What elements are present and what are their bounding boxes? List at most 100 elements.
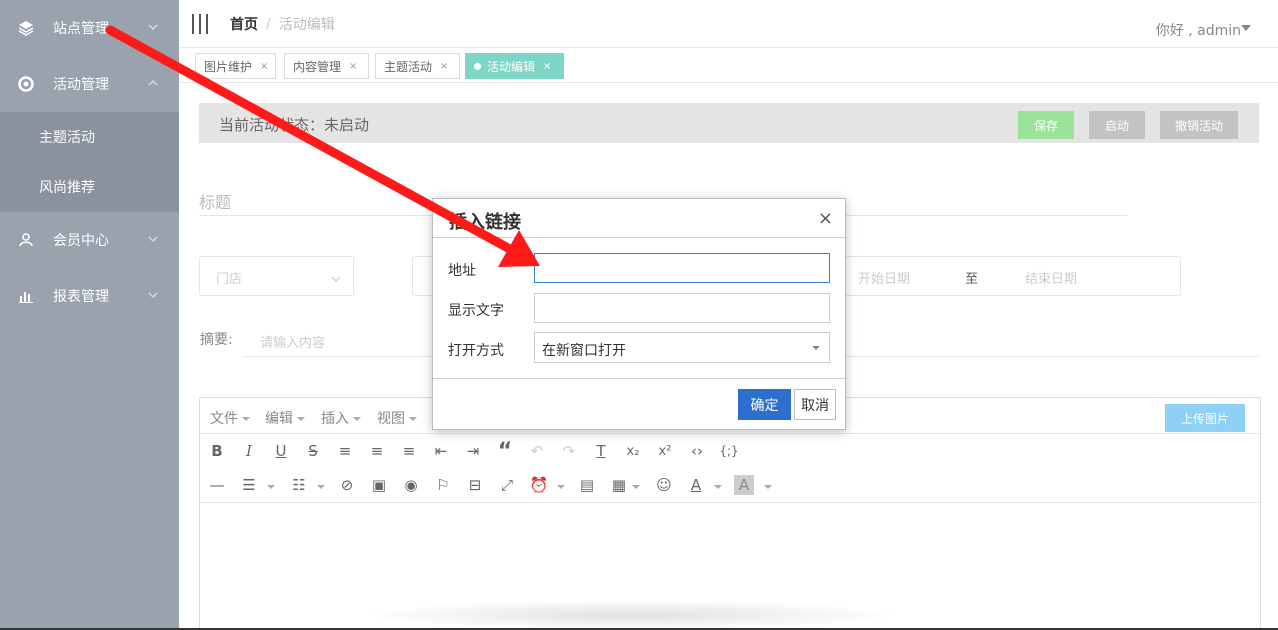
align-left-icon[interactable]: ≡: [335, 441, 355, 461]
menu-view[interactable]: 视图: [377, 408, 417, 428]
undo-icon[interactable]: ↶: [527, 441, 547, 461]
redo-icon[interactable]: ↷: [559, 441, 579, 461]
user-menu[interactable]: 你好 , admin: [1156, 20, 1241, 40]
superscript-icon[interactable]: x²: [655, 441, 675, 461]
date-range-separator: 至: [965, 272, 979, 287]
sidebar-item-activity-management[interactable]: 活动管理: [0, 56, 179, 112]
chevron-down-icon: [331, 272, 341, 282]
caret-down-icon[interactable]: [1241, 25, 1251, 31]
close-icon[interactable]: ×: [818, 208, 833, 229]
caret-down-icon[interactable]: [317, 485, 325, 489]
caret-down-icon[interactable]: [632, 485, 640, 489]
caret-down-icon[interactable]: [557, 485, 565, 489]
sidebar-item-label: 站点管理: [53, 21, 109, 37]
ok-button[interactable]: 确定: [738, 389, 791, 420]
outdent-icon[interactable]: ⇤: [431, 441, 451, 461]
breadcrumb-separator: /: [266, 15, 271, 32]
chevron-down-icon: [147, 233, 159, 245]
title-field[interactable]: 标题: [199, 189, 231, 213]
breadcrumb-current: 活动编辑: [278, 16, 335, 33]
lifebuoy-icon: [18, 76, 34, 92]
sidebar-subitem-fashion-recommend[interactable]: 风尚推荐: [0, 162, 179, 212]
media-icon[interactable]: ▤: [577, 475, 597, 495]
bar-chart-icon: [18, 288, 34, 304]
url-label: 地址: [448, 263, 476, 279]
menu-insert[interactable]: 插入: [321, 408, 361, 428]
tab-image-maintenance[interactable]: 图片维护 ×: [195, 53, 276, 79]
background-color-icon[interactable]: A: [734, 475, 754, 495]
chevron-down-icon: [147, 289, 159, 301]
insert-link-dialog: 插入链接 × 地址 显示文字 打开方式 在新窗口打开 确定 取消: [432, 198, 846, 430]
breadcrumb: 首页 / 活动编辑: [230, 14, 335, 34]
bullet-list-icon[interactable]: ☰: [239, 475, 259, 495]
underline-icon[interactable]: U: [271, 441, 291, 461]
tab-bar: 图片维护 × 内容管理 × 主题活动 × 活动编辑 ×: [179, 48, 1278, 83]
menu-file[interactable]: 文件: [210, 408, 250, 428]
caret-down-icon[interactable]: [714, 485, 722, 489]
display-text-input[interactable]: [534, 293, 830, 323]
start-button[interactable]: 启动: [1089, 111, 1145, 139]
sidebar-item-site-management[interactable]: 站点管理: [0, 0, 179, 56]
fullscreen-icon[interactable]: ⤢: [497, 475, 517, 495]
sidebar-submenu: 主题活动 风尚推荐: [0, 112, 179, 212]
open-mode-select[interactable]: 在新窗口打开: [534, 332, 830, 363]
close-icon[interactable]: ×: [543, 61, 551, 72]
numbered-list-icon[interactable]: ☷: [289, 475, 309, 495]
tab-label: 图片维护: [204, 59, 253, 74]
align-center-icon[interactable]: ≡: [367, 441, 387, 461]
bold-icon[interactable]: B: [207, 441, 227, 461]
image-icon[interactable]: ▣: [369, 475, 389, 495]
table-icon[interactable]: ▦: [609, 475, 629, 495]
tab-content-management[interactable]: 内容管理 ×: [284, 53, 369, 79]
tab-label: 活动编辑: [487, 59, 536, 74]
dialog-title: 插入链接: [449, 212, 521, 233]
date-range-picker[interactable]: 开始日期 至 结束日期: [842, 256, 1181, 296]
text-color-icon[interactable]: A: [686, 475, 706, 495]
indent-icon[interactable]: ⇥: [463, 441, 483, 461]
link-icon[interactable]: ⊘: [337, 475, 357, 495]
close-icon[interactable]: ×: [260, 61, 268, 72]
sidebar-item-label: 活动管理: [53, 77, 109, 93]
blockquote-icon[interactable]: “: [495, 439, 515, 464]
sidebar-subitem-theme-activity[interactable]: 主题活动: [0, 112, 179, 162]
close-icon[interactable]: ×: [349, 61, 357, 72]
horizontal-rule-icon[interactable]: —: [207, 475, 227, 495]
strikethrough-icon[interactable]: S: [303, 441, 323, 461]
align-right-icon[interactable]: ≡: [399, 441, 419, 461]
emoticon-icon[interactable]: ☺: [654, 475, 674, 495]
menu-edit[interactable]: 编辑: [265, 408, 305, 428]
top-bar: 首页 / 活动编辑 你好 , admin: [179, 0, 1278, 48]
toolbar-divider: [200, 502, 1260, 503]
page-break-icon[interactable]: ⊟: [465, 475, 485, 495]
sidebar-item-report-management[interactable]: 报表管理: [0, 268, 179, 324]
breadcrumb-home[interactable]: 首页: [230, 14, 258, 34]
upload-image-button[interactable]: 上传图片: [1165, 404, 1245, 432]
summary-label: 摘要:: [200, 332, 233, 348]
drop-shadow: [360, 600, 900, 630]
preview-eye-icon[interactable]: ◉: [401, 475, 421, 495]
subscript-icon[interactable]: x₂: [623, 441, 643, 461]
url-input[interactable]: [534, 253, 830, 283]
close-icon[interactable]: ×: [440, 61, 448, 72]
caret-down-icon[interactable]: [267, 485, 275, 489]
chevron-down-icon: [147, 21, 159, 33]
clear-format-icon[interactable]: T: [591, 441, 611, 461]
start-date-input[interactable]: 开始日期: [858, 268, 910, 287]
summary-input[interactable]: 请输入内容: [260, 332, 325, 351]
bookmark-icon[interactable]: ⚐: [433, 475, 453, 495]
code-sample-icon[interactable]: {;}: [719, 441, 739, 461]
cancel-button[interactable]: 取消: [794, 389, 836, 420]
save-button[interactable]: 保存: [1018, 111, 1074, 139]
italic-icon[interactable]: I: [239, 441, 259, 461]
code-icon[interactable]: ‹›: [687, 441, 707, 461]
caret-down-icon[interactable]: [764, 485, 772, 489]
display-text-label: 显示文字: [448, 303, 504, 319]
menu-toggle-icon[interactable]: [192, 13, 208, 34]
end-date-input[interactable]: 结束日期: [1025, 268, 1077, 287]
store-select[interactable]: 门店: [199, 256, 354, 296]
alarm-clock-icon[interactable]: ⏰: [529, 475, 549, 495]
tab-activity-edit[interactable]: 活动编辑 ×: [465, 53, 564, 79]
tab-theme-activity[interactable]: 主题活动 ×: [375, 53, 460, 79]
sidebar-item-member-center[interactable]: 会员中心: [0, 212, 179, 268]
revoke-activity-button[interactable]: 撤销活动: [1160, 111, 1238, 139]
